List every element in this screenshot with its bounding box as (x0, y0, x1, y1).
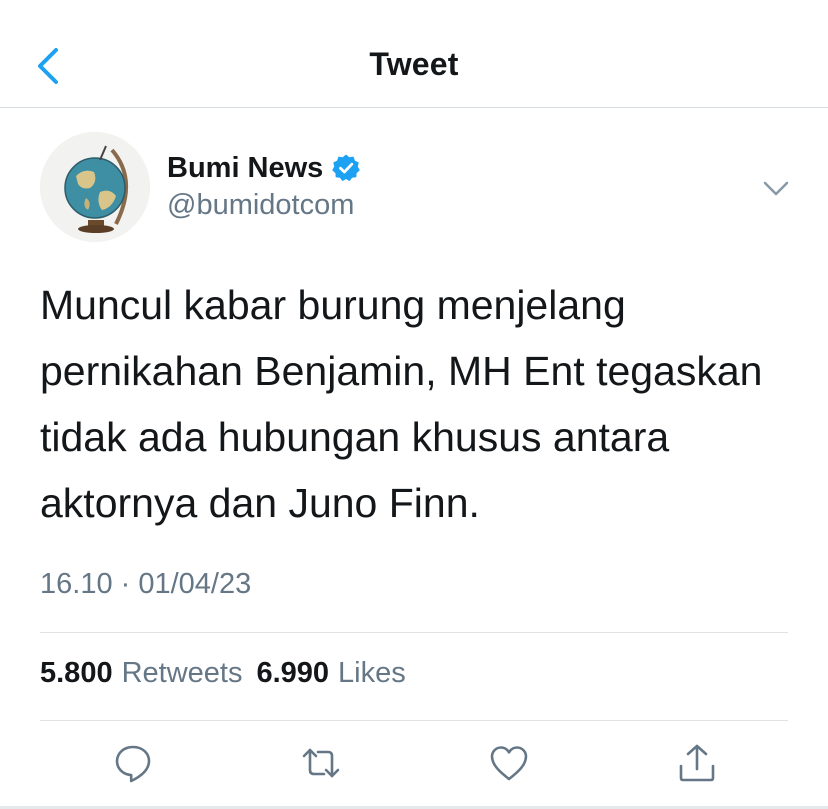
likes-label: Likes (338, 657, 406, 689)
display-name[interactable]: Bumi News (167, 152, 323, 185)
author-name-row[interactable]: Bumi News (167, 150, 361, 186)
engagement-stats: 5.800 Retweets 6.990 Likes (40, 657, 406, 690)
top-bar: Tweet (0, 0, 828, 108)
chevron-down-icon (763, 181, 789, 196)
likes-stat[interactable]: 6.990 Likes (256, 657, 405, 690)
globe-logo-icon (40, 132, 150, 242)
retweets-stat[interactable]: 5.800 Retweets (40, 657, 242, 690)
retweets-label: Retweets (121, 657, 243, 689)
tweet-timestamp[interactable]: 16.10 · 01/04/23 (40, 568, 251, 601)
like-icon (490, 746, 528, 781)
user-handle[interactable]: @bumidotcom (167, 189, 354, 222)
avatar[interactable] (40, 132, 150, 242)
reply-button[interactable] (112, 742, 154, 784)
retweet-button[interactable] (300, 742, 342, 784)
like-button[interactable] (488, 742, 530, 784)
page-title: Tweet (369, 46, 459, 82)
share-icon (679, 744, 715, 782)
verified-badge-icon (332, 154, 361, 182)
share-button[interactable] (676, 742, 718, 784)
likes-count: 6.990 (256, 657, 330, 689)
divider (40, 632, 788, 633)
retweets-count: 5.800 (40, 657, 113, 689)
tweet-text: Muncul kabar burung menjelang pernikahan… (40, 282, 763, 526)
divider (40, 720, 788, 721)
retweet-icon (302, 748, 340, 778)
reply-icon (115, 745, 151, 783)
more-options-button[interactable] (760, 172, 792, 204)
